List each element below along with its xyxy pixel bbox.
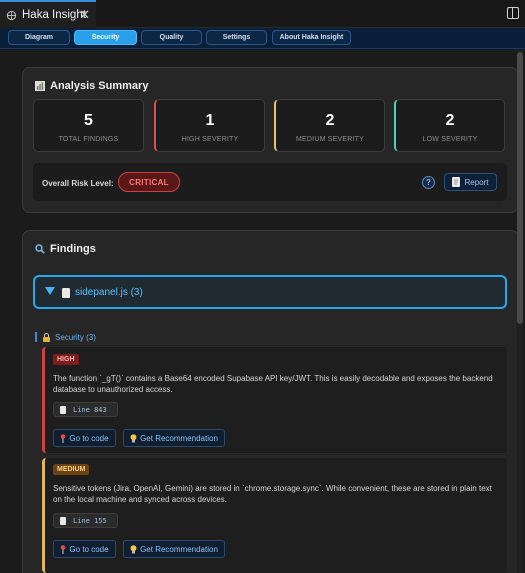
file-group-header[interactable]: sidepanel.js (3) [33,275,507,309]
severity-badge: MEDIUM [53,464,90,475]
lock-icon [43,332,50,342]
file-icon [62,288,70,298]
stat-value: 2 [325,112,335,129]
analysis-summary-title: Analysis Summary [50,80,149,92]
risk-label: Overall Risk Level: [42,179,114,188]
line-reference: Line 843 [53,402,118,417]
stat-value: 5 [84,112,93,129]
get-recommendation-label: Get Recommendation [140,544,218,554]
go-to-code-label: Go to code [69,433,109,443]
tab-quality[interactable]: Quality [141,30,202,45]
report-label: Report [464,177,489,187]
scrollbar-thumb[interactable] [517,52,523,324]
finding-card-high: HIGH The function `_gT()` contains a Bas… [42,347,507,453]
collapse-triangle-icon[interactable] [45,287,55,295]
get-recommendation-button[interactable]: Get Recommendation [123,540,225,558]
finding-description: The function `_gT()` contains a Base64 e… [53,374,493,394]
category-name: Security (3) [55,332,96,342]
stat-high-severity: 1 HIGH SEVERITY [154,99,265,152]
go-to-code-button[interactable]: Go to code [53,429,116,447]
line-number: Line 155 [73,516,107,525]
file-icon [60,405,66,414]
line-reference: Line 155 [53,513,118,528]
help-icon[interactable]: ? [422,176,435,189]
tab-diagram[interactable]: Diagram [8,30,70,45]
tab-title: Haka Insight [22,9,86,21]
document-icon [452,177,461,187]
stat-value: 2 [445,112,455,129]
finding-description: Sensitive tokens (Jira, OpenAI, Gemini) … [53,484,492,504]
overall-risk-row: Overall Risk Level: CRITICAL ? Report [33,163,507,201]
chart-icon [35,81,45,91]
file-icon [60,516,66,525]
stat-total-findings: 5 TOTAL FINDINGS [33,99,144,152]
findings-heading: Findings [35,243,96,255]
stat-low-severity: 2 LOW SEVERITY [394,99,505,152]
pin-icon [61,433,66,443]
get-recommendation-button[interactable]: Get Recommendation [123,429,225,447]
magnifier-icon [35,244,45,254]
category-label: Security (3) [35,332,96,342]
top-nav: Diagram Security Quality Settings About … [0,28,525,49]
app-logo-icon [6,10,17,20]
title-bar: Haka Insight ✕ [0,0,525,28]
line-number: Line 843 [73,405,107,414]
go-to-code-button[interactable]: Go to code [53,540,116,558]
stat-medium-severity: 2 MEDIUM SEVERITY [274,99,385,152]
risk-level-badge: CRITICAL [118,172,180,192]
stat-label: MEDIUM SEVERITY [296,136,364,143]
findings-title: Findings [50,243,96,255]
file-name: sidepanel.js (3) [75,287,143,298]
tab-security[interactable]: Security [74,30,137,45]
stat-label: LOW SEVERITY [422,136,478,143]
split-editor-icon[interactable] [507,7,519,19]
close-icon[interactable]: ✕ [79,7,90,23]
report-button[interactable]: Report [444,173,497,191]
lightbulb-icon [130,433,137,442]
go-to-code-label: Go to code [69,544,109,554]
finding-card-medium: MEDIUM Sensitive tokens (Jira, OpenAI, G… [42,458,507,573]
stat-value: 1 [205,112,215,129]
analysis-summary-heading: Analysis Summary [35,80,148,92]
lightbulb-icon [130,544,137,553]
pin-icon [61,544,66,554]
editor-tab[interactable]: Haka Insight ✕ [0,0,96,28]
stat-label: HIGH SEVERITY [181,136,239,143]
stat-label: TOTAL FINDINGS [58,136,119,143]
get-recommendation-label: Get Recommendation [140,433,218,443]
tab-settings[interactable]: Settings [206,30,267,45]
tab-about[interactable]: About Haka Insight [272,30,351,45]
severity-badge: HIGH [53,354,79,365]
